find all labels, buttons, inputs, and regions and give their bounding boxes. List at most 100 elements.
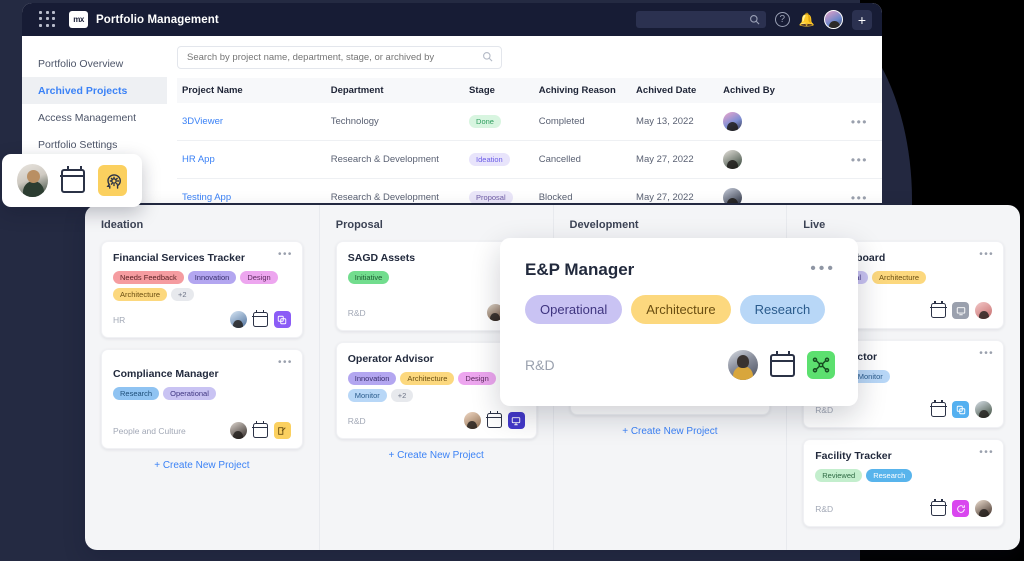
calendar-icon[interactable]: [769, 350, 796, 377]
card-tags: Research Operational: [113, 387, 291, 400]
topbar-actions: ? 🔔 +: [635, 3, 872, 36]
tag: Innovation: [187, 271, 237, 284]
card-menu-icon[interactable]: •••: [979, 348, 994, 359]
tag: Research: [739, 295, 826, 324]
copy-icon[interactable]: [273, 311, 291, 328]
create-new-project-link[interactable]: + Create New Project: [336, 450, 537, 461]
column-header-achived-by[interactable]: Achived By: [723, 78, 821, 103]
user-avatar[interactable]: [17, 164, 48, 197]
card-title: Operator Advisor: [347, 353, 434, 365]
card-title: SAGD Assets: [347, 252, 416, 264]
project-search: [177, 46, 502, 69]
tag: Research: [113, 387, 160, 400]
popover-menu-icon[interactable]: •••: [810, 260, 836, 278]
avatar: [723, 150, 743, 169]
calendar-icon[interactable]: [60, 165, 86, 193]
card-title: Compliance Manager: [113, 368, 219, 380]
kanban-card[interactable]: ••• Facility Tracker Reviewed Research R…: [803, 439, 1004, 527]
create-new-project-link[interactable]: + Create New Project: [570, 426, 771, 437]
avatar: [229, 422, 247, 439]
popover-footer: R&D: [525, 350, 835, 380]
calendar-icon[interactable]: [485, 410, 503, 428]
tag: Reviewed: [815, 469, 863, 482]
help-circle-icon[interactable]: ?: [774, 12, 790, 27]
tag: Architecture: [400, 372, 455, 385]
tag: Initiative: [347, 271, 390, 284]
card-footer: R&D: [348, 302, 526, 321]
notification-bell-icon[interactable]: 🔔: [799, 13, 815, 26]
card-title: Facility Tracker: [815, 450, 892, 462]
copy-icon[interactable]: [952, 401, 969, 418]
card-department: R&D: [347, 415, 366, 426]
card-menu-icon[interactable]: •••: [979, 249, 994, 260]
avatar: [463, 412, 481, 429]
archived-projects-table: Project Name Department Stage Achiving R…: [177, 78, 882, 203]
card-tags: Reviewed Research: [815, 469, 992, 482]
apps-grid-icon[interactable]: [39, 10, 57, 29]
calendar-icon[interactable]: [930, 300, 947, 318]
table-row[interactable]: 3DViewer Technology Done Completed May 1…: [177, 103, 882, 141]
tag: Architecture: [872, 271, 927, 284]
tag-overflow-count[interactable]: +2: [390, 389, 414, 402]
brain-head-icon[interactable]: [98, 165, 128, 196]
card-menu-icon[interactable]: •••: [278, 357, 293, 368]
calendar-icon[interactable]: [252, 309, 269, 327]
create-new-project-link[interactable]: + Create New Project: [101, 460, 303, 471]
row-menu-icon[interactable]: •••: [851, 115, 868, 129]
column-header-stage[interactable]: Stage: [469, 78, 539, 103]
tag: Architecture: [113, 288, 168, 301]
column-title: Ideation: [101, 219, 144, 231]
cell-reason: Cancelled: [538, 140, 637, 179]
project-link[interactable]: Testing App: [182, 192, 231, 203]
cell-department: Technology: [330, 103, 470, 141]
presentation-icon[interactable]: [507, 412, 525, 429]
tag: Monitor: [347, 389, 387, 402]
column-header-department[interactable]: Department: [330, 78, 470, 103]
table-row[interactable]: Testing App Research & Development Propo…: [177, 178, 882, 204]
network-icon[interactable]: [807, 351, 835, 379]
search-icon: [482, 51, 493, 65]
search-input[interactable]: [177, 46, 502, 69]
sidebar-item-access-management[interactable]: Access Management: [22, 104, 167, 131]
monitor-icon[interactable]: [952, 302, 969, 319]
card-tags: Initiative: [347, 271, 525, 284]
global-search-input[interactable]: [635, 11, 766, 28]
calendar-icon[interactable]: [252, 420, 269, 438]
edit-note-icon[interactable]: [273, 422, 291, 439]
top-navigation-bar: mx Portfolio Management ? 🔔 +: [22, 3, 882, 36]
cell-date: May 13, 2022: [636, 103, 724, 141]
status-badge: Ideation: [469, 153, 510, 166]
user-avatar[interactable]: [824, 10, 843, 29]
calendar-icon[interactable]: [930, 399, 947, 417]
add-new-button[interactable]: +: [852, 9, 872, 30]
avatar: [723, 112, 743, 131]
table-header-row: Project Name Department Stage Achiving R…: [177, 78, 882, 103]
kanban-card[interactable]: ••• Compliance Manager Research Operatio…: [101, 349, 303, 449]
column-header-achived-date[interactable]: Achived Date: [636, 78, 724, 103]
project-link[interactable]: 3DViewer: [182, 116, 223, 127]
card-menu-icon[interactable]: •••: [979, 447, 994, 458]
tag: Research: [866, 469, 913, 482]
row-menu-icon[interactable]: •••: [851, 153, 868, 167]
card-footer: People and Culture: [113, 420, 291, 439]
column-header-project-name[interactable]: Project Name: [177, 78, 331, 103]
card-department: People and Culture: [113, 425, 186, 436]
tag: Design: [458, 372, 496, 385]
app-body: Portfolio Overview Archived Projects Acc…: [22, 36, 882, 203]
card-department: R&D: [815, 503, 834, 514]
kanban-card[interactable]: ••• Financial Services Tracker Needs Fee…: [101, 241, 303, 338]
sync-icon[interactable]: [952, 500, 969, 517]
kanban-column-ideation: Ideation ••• Financial Services Tracker …: [85, 205, 319, 550]
column-header-actions: [820, 78, 882, 103]
tag: Needs Feedback: [113, 271, 184, 284]
sidebar-item-portfolio-overview[interactable]: Portfolio Overview: [22, 50, 167, 77]
cell-department: Research & Development: [330, 178, 470, 203]
project-link[interactable]: HR App: [182, 154, 215, 165]
column-header-achiving-reason[interactable]: Achiving Reason: [538, 78, 637, 103]
sidebar-item-archived-projects[interactable]: Archived Projects: [22, 77, 167, 104]
card-menu-icon[interactable]: •••: [278, 249, 293, 260]
calendar-icon[interactable]: [930, 498, 947, 516]
row-menu-icon[interactable]: •••: [851, 191, 868, 204]
tag-overflow-count[interactable]: +2: [171, 288, 194, 301]
table-row[interactable]: HR App Research & Development Ideation C…: [177, 140, 882, 179]
